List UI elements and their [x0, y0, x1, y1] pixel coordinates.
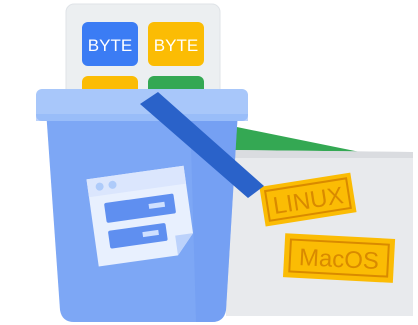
- chip-byte-yellow-label: BYTE: [154, 36, 198, 55]
- folder-panel: [226, 150, 413, 316]
- chip-byte-blue: BYTE: [82, 22, 138, 66]
- storage-bucket-illustration: BYTE BYTE LINUX MacOS: [36, 3, 413, 322]
- stamp-macos-label: MacOS: [298, 244, 379, 275]
- chip-byte-yellow: BYTE: [148, 22, 204, 66]
- stamp-macos: MacOS: [282, 233, 396, 283]
- document-icon: [86, 165, 194, 267]
- chip-byte-blue-label: BYTE: [88, 36, 132, 55]
